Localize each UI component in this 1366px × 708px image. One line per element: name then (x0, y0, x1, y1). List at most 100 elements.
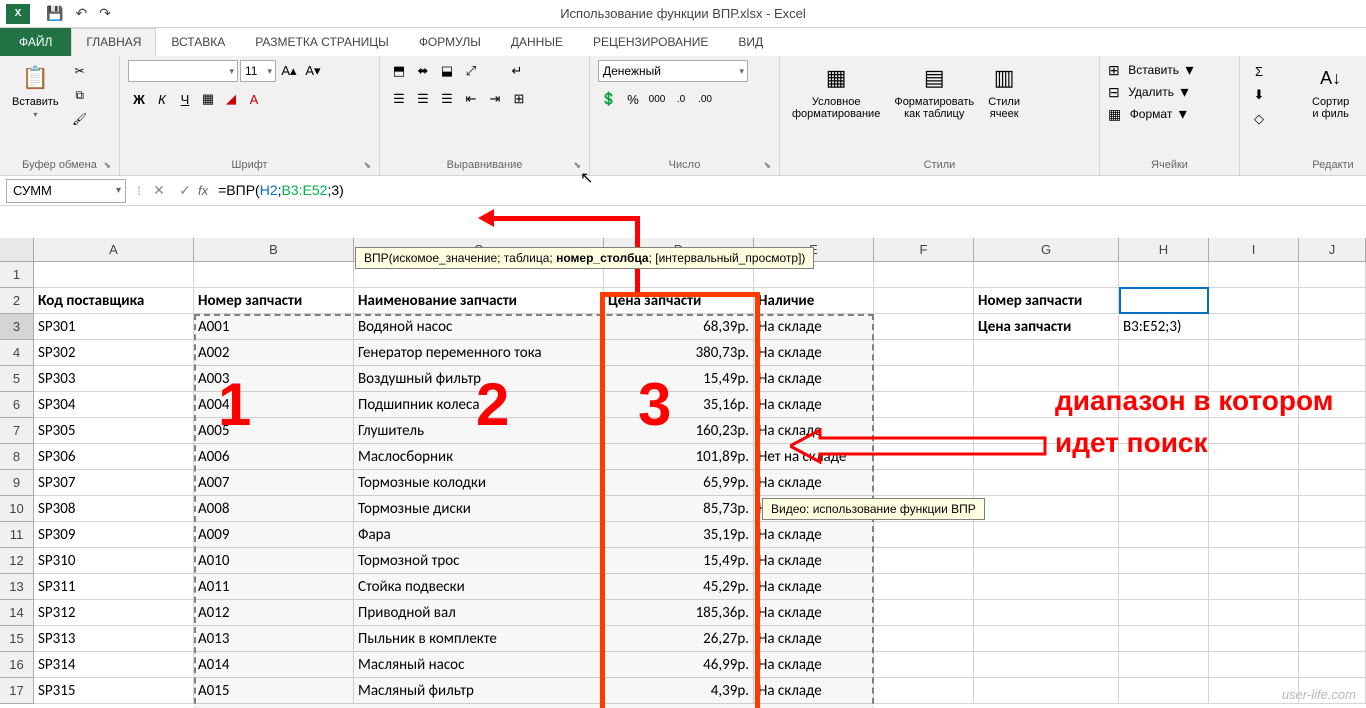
cell[interactable]: A001 (194, 314, 354, 340)
undo-icon[interactable]: ↶ (75, 5, 87, 22)
cell[interactable] (1299, 470, 1366, 496)
border-icon[interactable]: ▦ (197, 88, 219, 110)
cell[interactable]: SP311 (34, 574, 194, 600)
cell[interactable] (974, 262, 1119, 288)
cell[interactable] (1299, 574, 1366, 600)
orientation-icon[interactable]: ⤢ (460, 60, 482, 82)
cell[interactable]: На складе (754, 678, 874, 704)
cell[interactable] (194, 262, 354, 288)
cell[interactable]: 4,39р. (604, 678, 754, 704)
redo-icon[interactable]: ↷ (99, 5, 111, 22)
cell[interactable]: SP314 (34, 652, 194, 678)
cell[interactable] (1119, 548, 1209, 574)
cell[interactable]: Тормозной трос (354, 548, 604, 574)
cell[interactable] (874, 288, 974, 314)
fill-color-icon[interactable]: ◢ (220, 88, 242, 110)
row-header[interactable]: 14 (0, 600, 34, 626)
cell[interactable]: A014 (194, 652, 354, 678)
cell[interactable] (1209, 314, 1299, 340)
cell[interactable]: A007 (194, 470, 354, 496)
cell[interactable]: На складе (754, 548, 874, 574)
number-format-combo[interactable]: Денежный (598, 60, 748, 82)
cell[interactable]: На складе (754, 392, 874, 418)
cell[interactable]: A013 (194, 626, 354, 652)
sort-filter-button[interactable]: A↓ Сортир и филь (1308, 60, 1353, 122)
cell[interactable] (1119, 262, 1209, 288)
cell[interactable] (974, 626, 1119, 652)
conditional-formatting-button[interactable]: ▦ Условное форматирование (788, 60, 884, 122)
cell[interactable] (874, 262, 974, 288)
spreadsheet-grid[interactable]: A B C D E F G H I J 12Код поставщикаНоме… (0, 238, 1366, 708)
cell[interactable]: Генератор переменного тока (354, 340, 604, 366)
increase-font-icon[interactable]: A▴ (278, 60, 300, 82)
cell[interactable]: 185,36р. (604, 600, 754, 626)
cell[interactable] (1119, 600, 1209, 626)
cell[interactable]: Воздушный фильтр (354, 366, 604, 392)
cell[interactable] (1209, 496, 1299, 522)
cell[interactable]: A004 (194, 392, 354, 418)
row-header[interactable]: 8 (0, 444, 34, 470)
cell[interactable]: Пыльник в комплекте (354, 626, 604, 652)
insert-cells-button[interactable]: ⊞ Вставить ▾ (1108, 60, 1194, 80)
tab-file[interactable]: ФАЙЛ (0, 28, 71, 56)
cell[interactable]: SP303 (34, 366, 194, 392)
cell[interactable] (1209, 340, 1299, 366)
fill-icon[interactable]: ⬇ (1248, 84, 1270, 106)
decrease-decimal-icon[interactable]: .00 (694, 88, 716, 110)
format-painter-icon[interactable]: 🖌 (69, 108, 91, 130)
col-header-h[interactable]: H (1119, 238, 1209, 261)
cell[interactable] (1209, 574, 1299, 600)
cell[interactable]: 85,73р. (604, 496, 754, 522)
cell[interactable] (874, 678, 974, 704)
cell[interactable]: На складе (754, 314, 874, 340)
cell[interactable] (1299, 600, 1366, 626)
cell[interactable]: SP305 (34, 418, 194, 444)
name-box[interactable]: СУММ (6, 179, 126, 203)
cell[interactable]: SP306 (34, 444, 194, 470)
row-header[interactable]: 7 (0, 418, 34, 444)
cell[interactable] (1209, 548, 1299, 574)
cell[interactable]: 35,16р. (604, 392, 754, 418)
cell[interactable] (1119, 340, 1209, 366)
font-name-combo[interactable] (128, 60, 238, 82)
cell[interactable]: SP315 (34, 678, 194, 704)
merge-icon[interactable]: ⊞ (508, 88, 530, 110)
row-header[interactable]: 15 (0, 626, 34, 652)
col-header-b[interactable]: B (194, 238, 354, 261)
cell[interactable]: 101,89р. (604, 444, 754, 470)
cell[interactable] (874, 392, 974, 418)
tab-page-layout[interactable]: РАЗМЕТКА СТРАНИЦЫ (240, 28, 404, 56)
cell[interactable]: A005 (194, 418, 354, 444)
cell[interactable]: Маслосборник (354, 444, 604, 470)
cell[interactable]: A012 (194, 600, 354, 626)
cell[interactable] (1119, 470, 1209, 496)
cell[interactable]: Приводной вал (354, 600, 604, 626)
currency-icon[interactable]: 💲 (598, 88, 620, 110)
cell[interactable] (874, 600, 974, 626)
align-middle-icon[interactable]: ⬌ (412, 60, 434, 82)
cell[interactable]: Глушитель (354, 418, 604, 444)
row-header[interactable]: 2 (0, 288, 34, 314)
cell[interactable] (1299, 496, 1366, 522)
cell[interactable] (874, 522, 974, 548)
launcher-icon[interactable]: ⬊ (363, 160, 371, 171)
cell[interactable] (1119, 678, 1209, 704)
bold-button[interactable]: Ж (128, 88, 150, 110)
formula-input[interactable]: =ВПР(H2;B3:E52;3) (214, 182, 1366, 199)
comma-icon[interactable]: 000 (646, 88, 668, 110)
cell[interactable]: A008 (194, 496, 354, 522)
cell[interactable] (1119, 574, 1209, 600)
row-header[interactable]: 5 (0, 366, 34, 392)
cell[interactable]: B3:E52;3) (1119, 314, 1209, 340)
cell[interactable] (974, 470, 1119, 496)
cell[interactable]: SP310 (34, 548, 194, 574)
delete-cells-button[interactable]: ⊟ Удалить ▾ (1108, 82, 1189, 102)
cell[interactable]: Масляный насос (354, 652, 604, 678)
row-header[interactable]: 13 (0, 574, 34, 600)
cell[interactable]: 15,49р. (604, 548, 754, 574)
cell[interactable] (874, 548, 974, 574)
cell[interactable]: Наличие (754, 288, 874, 314)
cell[interactable] (1119, 288, 1209, 314)
cell[interactable]: На складе (754, 652, 874, 678)
cell[interactable]: Номер запчасти (974, 288, 1119, 314)
